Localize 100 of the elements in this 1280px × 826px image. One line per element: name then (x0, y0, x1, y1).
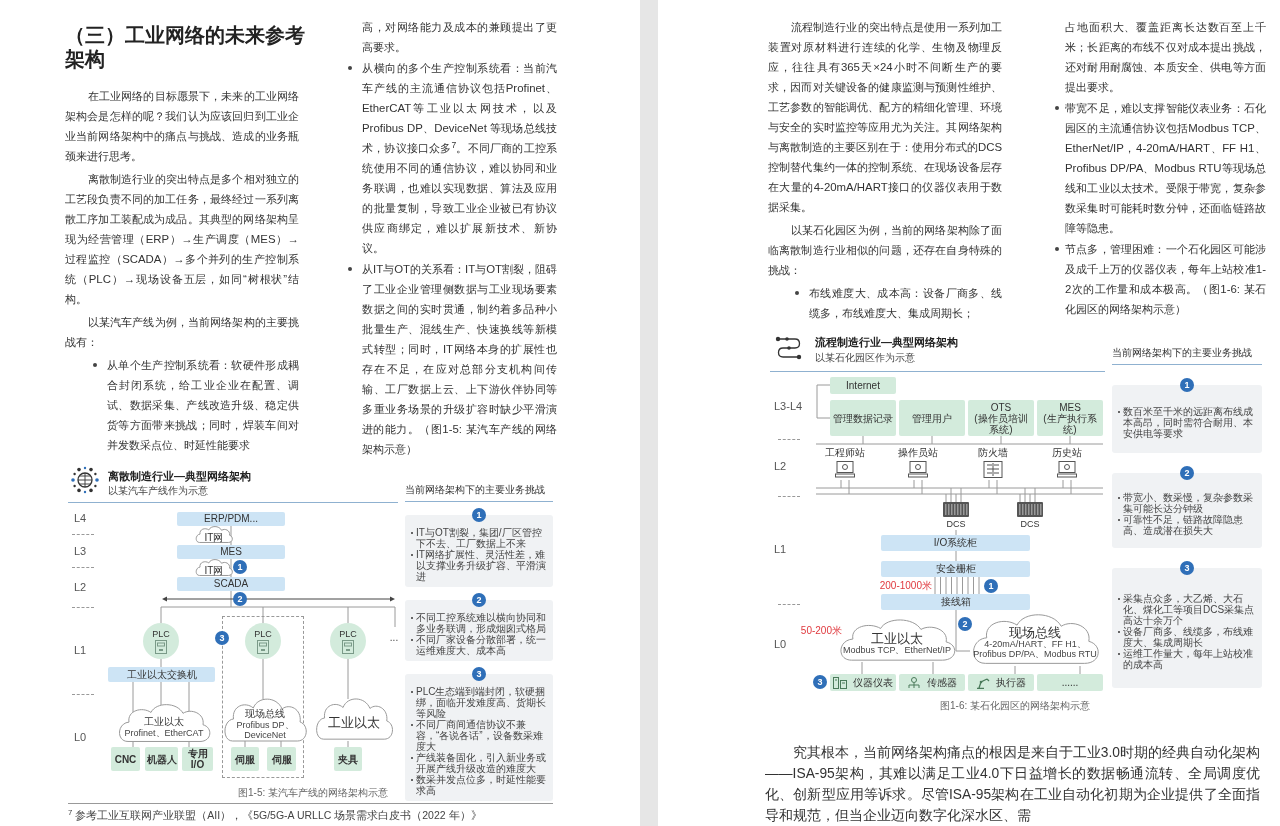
connector-line (1000, 435, 1002, 445)
bullet-text: 从单个生产控制系统看：软硬件形成耦合封闭系统，给工业企业在配置、调试、数据采集、产线改造升级、稳定供货等方面带来挑战；同时，焊装车间对并发数采点位、时延性能要求 (107, 358, 299, 453)
connector-line (347, 740, 349, 748)
connector-line (244, 740, 246, 748)
level-label: L4 (74, 512, 87, 524)
firewall-icon (983, 461, 1003, 479)
cable-lines (934, 576, 980, 595)
number-badge: 3 (1180, 561, 1194, 575)
bullet-text: 带宽不足，难以支撑智能仪表业务：石化园区的主流通信协议包括Modbus TCP、EtherNet/IP，4-20mA/HART、FF H1、Profibus DP/PA、Modbus RTU等现场总线和工业以太技术。受限于带宽，复杂参数采集时可能耗时数分钟，还面临链路故障等隐患。 (1065, 101, 1266, 236)
level-label: L2 (74, 581, 87, 593)
system-label: MES (1059, 401, 1081, 413)
device-box: 伺服 (231, 747, 259, 771)
connector-line (262, 658, 264, 700)
challenge-text: 采集点众多，大乙烯、大石化、煤化工等项目DCS采集点高达十余万个 (1123, 593, 1256, 626)
cloud-shape (194, 558, 234, 577)
connector-line (840, 479, 850, 495)
paragraph: 在工业网络的目标愿景下，未来的工业网络架构会是怎样的呢？我们认为应该回归到工业企业当前网络架构中的痛点与挑战、造成的业务瓶颈来进行思考。 (65, 89, 299, 164)
challenge-text: 不同厂家设备分散部署，统一运维难度大、成本高 (416, 634, 547, 656)
paragraph: 占地面积大、覆盖距离长达数百至上千米；长距离的布线不仅对成本提出挑战，还对耐用耐腐蚀、本质安全、供电等方面提出要求。 (1064, 20, 1266, 95)
station-label: 历史站 (1052, 447, 1082, 458)
challenge-text: 设备厂商多、线缆多，布线难度大、集成周期长 (1123, 626, 1254, 648)
cloud-label: 工业以太 (144, 714, 184, 728)
system-note: (生产执行系统) (1042, 412, 1098, 435)
cloud-label: 工业以太 (871, 631, 923, 645)
connector-line (230, 558, 232, 578)
number-badge: 1 (984, 579, 998, 593)
challenge-text: 不同厂商间通信协议不兼容，“各说各话”，设备数采难度大 (416, 719, 544, 752)
station-label: 操作员站 (898, 447, 938, 458)
figure-caption: 图1-5: 某汽车产线的网络架构示意 (237, 786, 389, 800)
level-label: L2 (774, 460, 787, 472)
cloud-label: 现场总线 (1009, 625, 1061, 639)
challenge-text: 数采并发点位多，时延性能要求高 (416, 774, 547, 796)
layer-bar: 工业以太交换机 (108, 667, 215, 682)
bullet-icon (1055, 247, 1059, 251)
connector-line (861, 661, 863, 675)
bullet-text: 从IT与OT的关系看：IT与OT割裂，阻碍了工业企业管理侧数据与工业现场要素数据之间的实时贯通，制约着多品种小批量生产、混线生产、快速换线等新模式转型；同时，IT网络本身的扩展性也存在不足，在应对总部分支机构间传输、工厂数据上云、上下游伙伴协同等多重业务场景的升级扩容时缺少平滑演进的能力。（图1-5: 某汽车产线的网络架构示意） (362, 262, 557, 457)
connector-line (1069, 435, 1071, 445)
device-label: 传感器 (927, 677, 957, 688)
number-badge: 3 (813, 675, 827, 689)
challenge-text: 数百米至千米的远距离布线成本高昂，同时需符合耐用、本安供电等要求 (1123, 406, 1254, 439)
bullet-icon (348, 66, 352, 70)
computer-icon (835, 461, 855, 479)
device-box: 机器人 (145, 747, 178, 771)
footnote: $^{7}$ 参考工业互联网产业联盟（AII），《5G/5G-A URLLC 场景需求白皮书（2022 年）》 (68, 808, 483, 822)
bullet-icon (348, 267, 352, 271)
figure-title: 流程制造行业—典型网络架构 (815, 336, 958, 349)
computer-icon (1057, 461, 1077, 479)
connector-line (1034, 487, 1036, 503)
paragraph: 以某石化园区为例，当前的网络架构除了面临离散制造行业相似的问题，还存在自身特殊的挑战： (768, 223, 1002, 278)
system-label: Internet (846, 380, 880, 391)
challenge-text: PLC生态端到端封闭，软硬捆绑，面临开发难度高、货期长等风险 (416, 686, 547, 719)
bullet-text: 从横向的多个生产控制系统看：当前汽车产线的主流通信协议包括Profinet、EtherCAT等工业以太网技术，以及Profibus DP、DeviceNet 等现场总线技术，协议接口众多$^{7}$。不同厂商的工控系统使用不同的通信协议，难以协同和业务联调，也难以实现数据、算法及应用的批量复制，导致工业企业被已有协议供应商绑定，难以扩展新技术、新协议。 (362, 61, 557, 256)
globe-icon (70, 465, 100, 495)
dcs-label: DCS (1020, 519, 1040, 529)
connector-line (862, 435, 864, 445)
level-label: L1 (774, 543, 787, 555)
controller-icon (257, 639, 269, 654)
cloud-label: 工业以太 (328, 715, 380, 729)
number-badge: 1 (233, 560, 247, 574)
server-rack-icon (943, 502, 969, 517)
connector-line (280, 740, 282, 748)
device-label: 执行器 (996, 677, 1026, 688)
bullet-text: 节点多，管理困难：一个石化园区可能涉及成千上万的仪器仪表，每年上站校准1-2次的工作量和成本极高。（图1-6: 某石化园区的网络架构示意） (1065, 242, 1266, 317)
connector-line (1024, 487, 1026, 503)
challenge-text: 可靠性不足，链路故障隐患高、造成潜在损失大 (1123, 514, 1244, 536)
connector-line (955, 550, 957, 562)
cloud-label: IT网 (204, 564, 224, 577)
number-badge: 1 (1180, 378, 1194, 392)
bullet-icon (795, 291, 799, 295)
level-label: L0 (774, 638, 787, 650)
paragraph: 离散制造行业的突出特点是多个相对独立的工艺段负责不同的加工任务，最终经过一系列离散工序加工装配成为成品。其典型的网络架构呈现为经营管理（ERP）→生产调度（MES）→过程监控（SCADA）→多个并列的生产控制系统（PLC）→现场设备五层，如同“树根状”结构。 (65, 172, 299, 307)
connector-line (160, 681, 162, 706)
layer-bar: 安全栅柜 (881, 561, 1030, 577)
distance-label: 50-200米 (799, 624, 842, 637)
connector-line (955, 493, 957, 503)
number-badge: 2 (958, 617, 972, 631)
cloud-shape (194, 525, 234, 544)
challenge-text: IT与OT割裂，集团/厂区管控下不去、工厂数据上不来 (416, 527, 543, 549)
system-label: 管理数据记录 (833, 412, 893, 424)
station-label: 工程师站 (825, 447, 865, 458)
plc-label: PLC (339, 628, 357, 639)
cloud-label: IT网 (204, 531, 224, 544)
computer-icon (908, 461, 928, 479)
layer-bar: SCADA (177, 577, 285, 591)
challenge-text: 产线装备固化，引入新业务或开展产线升级改造的难度大 (416, 752, 547, 774)
device-box: CNC (111, 747, 140, 771)
connector-line (1019, 493, 1021, 503)
flow-icon (775, 334, 803, 362)
connector-line (988, 479, 998, 495)
connector-line (932, 661, 934, 675)
layer-bar: MES (177, 545, 285, 559)
level-label: L1 (74, 644, 87, 656)
sensor-icon (907, 676, 921, 689)
number-badge: 2 (233, 592, 247, 606)
number-badge: 3 (215, 631, 229, 645)
figure-title: 离散制造行业—典型网络架构 (108, 470, 251, 483)
cloud-label: 现场总线 (245, 706, 285, 720)
level-label: L3-L4 (774, 400, 803, 412)
connector-line (160, 658, 162, 668)
layer-bar: I/O系统柜 (881, 535, 1030, 551)
